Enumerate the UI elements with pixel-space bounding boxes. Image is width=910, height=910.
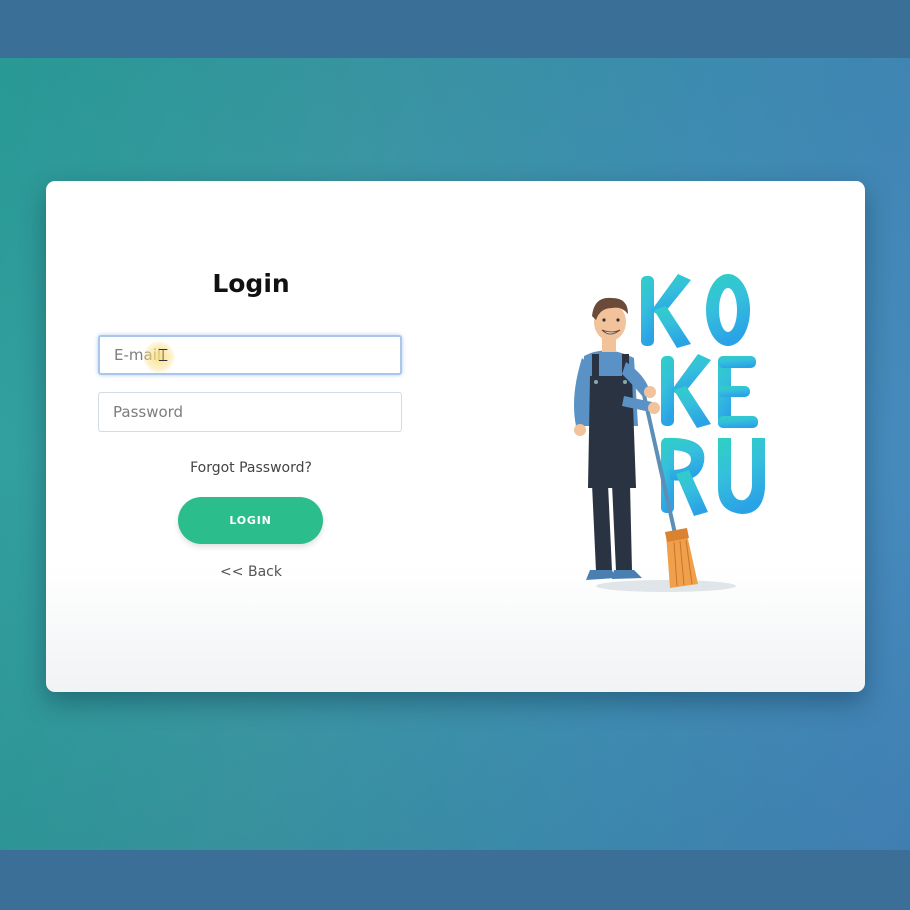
back-link[interactable]: << Back xyxy=(196,564,306,580)
bottom-band xyxy=(0,850,910,910)
login-title: Login xyxy=(212,269,290,298)
email-field[interactable] xyxy=(98,335,402,375)
kokeru-logo-lettering xyxy=(641,274,765,516)
password-field[interactable] xyxy=(98,392,402,432)
screen-frame: Login ⌶ Forgot Password? LOGIN << Back xyxy=(0,0,910,910)
login-card: Login ⌶ Forgot Password? LOGIN << Back xyxy=(46,181,865,692)
cleaner-with-broom-illustration xyxy=(574,274,765,592)
forgot-password-link[interactable]: Forgot Password? xyxy=(166,460,336,476)
login-button[interactable]: LOGIN xyxy=(178,497,323,544)
